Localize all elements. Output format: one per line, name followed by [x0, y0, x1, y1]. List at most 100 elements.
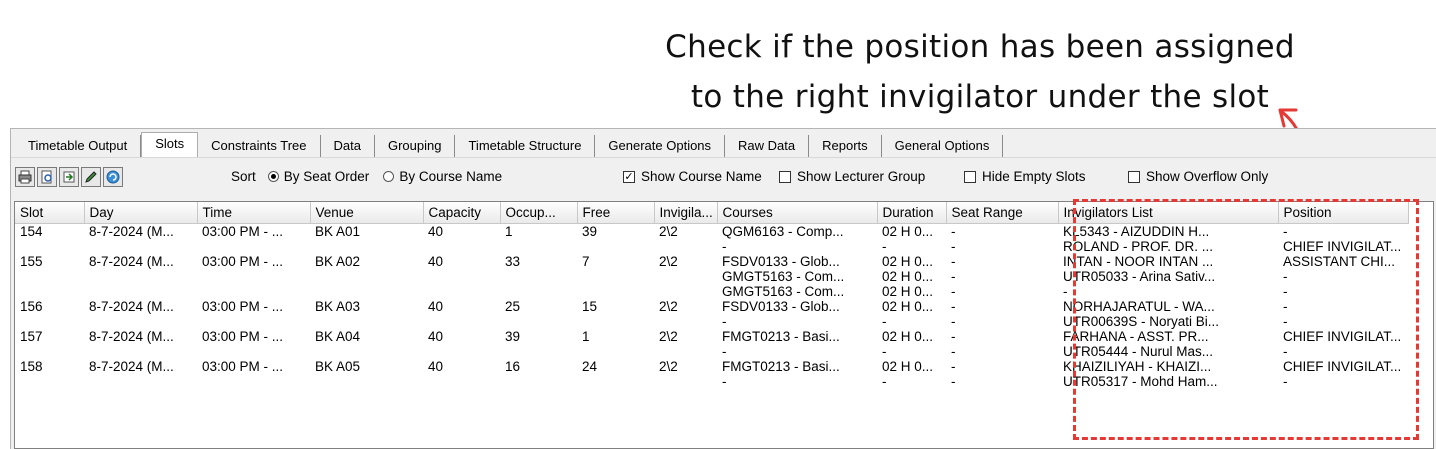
table-cell: -: [951, 329, 956, 344]
tab-timetable-output[interactable]: Timetable Output: [15, 135, 142, 157]
column-header[interactable]: Occup...: [500, 202, 578, 224]
table-cell: -: [722, 239, 727, 254]
table-row[interactable]: 154 8-7-2024 (M... 03:00 PM - ... BK A01 40 1…: [15, 224, 1408, 240]
table-cell: FMGT0213 - Basi...: [722, 359, 840, 374]
sort-by-course-name-radio[interactable]: [383, 171, 395, 182]
column-header[interactable]: Duration: [877, 202, 947, 224]
sort-by-seat-order-label[interactable]: By Seat Order: [284, 169, 370, 184]
table-cell: [577, 269, 654, 284]
table-cell: [84, 344, 197, 359]
sort-by-seat-order-radio[interactable]: [267, 171, 279, 182]
table-cell: [310, 374, 423, 389]
table-cell: [500, 269, 577, 284]
table-cell: [197, 314, 310, 329]
table-cell: [197, 239, 310, 254]
tab-reports[interactable]: Reports: [809, 135, 882, 157]
table-cell: -: [1063, 284, 1068, 299]
refresh-icon[interactable]: [103, 167, 123, 187]
table-cell: KHAIZILIYAH - KHAIZI...: [1063, 359, 1212, 374]
column-header[interactable]: Capacity: [423, 202, 501, 224]
column-header[interactable]: Position: [1278, 202, 1409, 224]
column-header[interactable]: Courses: [717, 202, 878, 224]
table-row[interactable]: 157 8-7-2024 (M... 03:00 PM - ... BK A04 40 3…: [15, 329, 1408, 344]
show-overflow-only-label[interactable]: Show Overflow Only: [1146, 169, 1268, 184]
export-icon[interactable]: [59, 167, 79, 187]
table-cell: [197, 284, 310, 299]
column-header[interactable]: Slot: [15, 202, 85, 224]
hide-empty-slots-label[interactable]: Hide Empty Slots: [982, 169, 1086, 184]
edit-pencil-icon[interactable]: [81, 167, 101, 187]
show-course-name-checkbox[interactable]: ✓: [623, 170, 635, 183]
table-cell: -: [951, 314, 956, 329]
table-cell: [84, 284, 197, 299]
show-lecturer-group-option[interactable]: Show Lecturer Group: [779, 169, 925, 184]
column-header[interactable]: Time: [197, 202, 311, 224]
show-overflow-only-checkbox[interactable]: [1128, 170, 1140, 183]
table-cell: [577, 239, 654, 254]
table-cell: 2\2: [659, 224, 678, 239]
show-course-name-option[interactable]: ✓ Show Course Name: [623, 169, 762, 184]
tab-generate-options[interactable]: Generate Options: [595, 135, 726, 157]
table-cell: -: [722, 374, 727, 389]
table-cell: 2\2: [659, 359, 678, 374]
table-row[interactable]: 155 8-7-2024 (M... 03:00 PM - ... BK A02 40 3…: [15, 254, 1408, 269]
table-cell: 40: [428, 254, 444, 269]
sort-label: Sort: [231, 169, 256, 184]
column-header[interactable]: Seat Range: [946, 202, 1059, 224]
show-lecturer-group-checkbox[interactable]: [779, 170, 791, 183]
table-cell: QGM6163 - Comp...: [722, 224, 844, 239]
table-cell: -: [1283, 299, 1288, 314]
table-cell: -: [951, 284, 956, 299]
table-cell: 2\2: [659, 299, 678, 314]
show-lecturer-group-label[interactable]: Show Lecturer Group: [797, 169, 925, 184]
table-row[interactable]: - - - UTR05444 - Nurul Mas... -: [15, 344, 1408, 359]
table-row[interactable]: - - - UTR05317 - Mohd Ham... -: [15, 374, 1408, 389]
table-cell: [15, 344, 84, 359]
table-row[interactable]: 156 8-7-2024 (M... 03:00 PM - ... BK A03 40 2…: [15, 299, 1408, 314]
tab-data[interactable]: Data: [320, 135, 375, 157]
table-row[interactable]: GMGT5163 - Com... 02 H 0... - - -: [15, 284, 1408, 299]
column-header[interactable]: Invigila...: [654, 202, 718, 224]
table-cell: [310, 239, 423, 254]
table-row[interactable]: - - - UTR00639S - Noryati Bi... -: [15, 314, 1408, 329]
column-header[interactable]: Free: [577, 202, 655, 224]
table-cell: 155: [20, 254, 43, 269]
table-cell: 02 H 0...: [882, 329, 934, 344]
column-header[interactable]: Venue: [310, 202, 424, 224]
table-cell: [197, 344, 310, 359]
table-cell: [310, 269, 423, 284]
show-course-name-label[interactable]: Show Course Name: [641, 169, 762, 184]
table-cell: [577, 344, 654, 359]
print-preview-icon[interactable]: [37, 167, 57, 187]
table-row[interactable]: - - - ROLAND - PROF. DR. ... CHIEF INVIGILAT…: [15, 239, 1408, 254]
tab-slots[interactable]: Slots: [141, 132, 199, 158]
hide-empty-slots-option[interactable]: Hide Empty Slots: [964, 169, 1086, 184]
slots-grid[interactable]: Slot Day Time Venue Capacity Occup... Free Invi…: [14, 201, 1434, 449]
sort-by-course-name-label[interactable]: By Course Name: [399, 169, 502, 184]
tab-grouping[interactable]: Grouping: [374, 135, 456, 157]
table-cell: 8-7-2024 (M...: [89, 329, 174, 344]
table-row[interactable]: 158 8-7-2024 (M... 03:00 PM - ... BK A05 40 1…: [15, 359, 1408, 374]
tab-constraints-tree[interactable]: Constraints Tree: [198, 135, 321, 157]
tab-general-options[interactable]: General Options: [881, 135, 1004, 157]
table-cell: -: [1283, 284, 1288, 299]
table-cell: -: [1283, 224, 1288, 239]
table-cell: UTR05444 - Nurul Mas...: [1063, 344, 1214, 359]
table-cell: 15: [582, 299, 598, 314]
table-cell: BK A02: [315, 254, 361, 269]
tab-timetable-structure[interactable]: Timetable Structure: [455, 135, 596, 157]
table-cell: -: [1283, 269, 1288, 284]
table-row[interactable]: GMGT5163 - Com... 02 H 0... - UTR05033 - Ar…: [15, 269, 1408, 284]
table-cell: -: [722, 314, 727, 329]
column-header[interactable]: Invigilators List: [1058, 202, 1279, 224]
table-cell: -: [951, 374, 956, 389]
table-cell: UTR05317 - Mohd Ham...: [1063, 374, 1218, 389]
hide-empty-slots-checkbox[interactable]: [964, 170, 976, 183]
show-overflow-only-option[interactable]: Show Overflow Only: [1128, 169, 1268, 184]
table-cell: 24: [582, 359, 598, 374]
column-header[interactable]: Day: [84, 202, 198, 224]
printer-icon[interactable]: [15, 167, 35, 187]
tab-raw-data[interactable]: Raw Data: [725, 135, 810, 157]
table-cell: 40: [428, 224, 444, 239]
table-cell: -: [1283, 314, 1288, 329]
